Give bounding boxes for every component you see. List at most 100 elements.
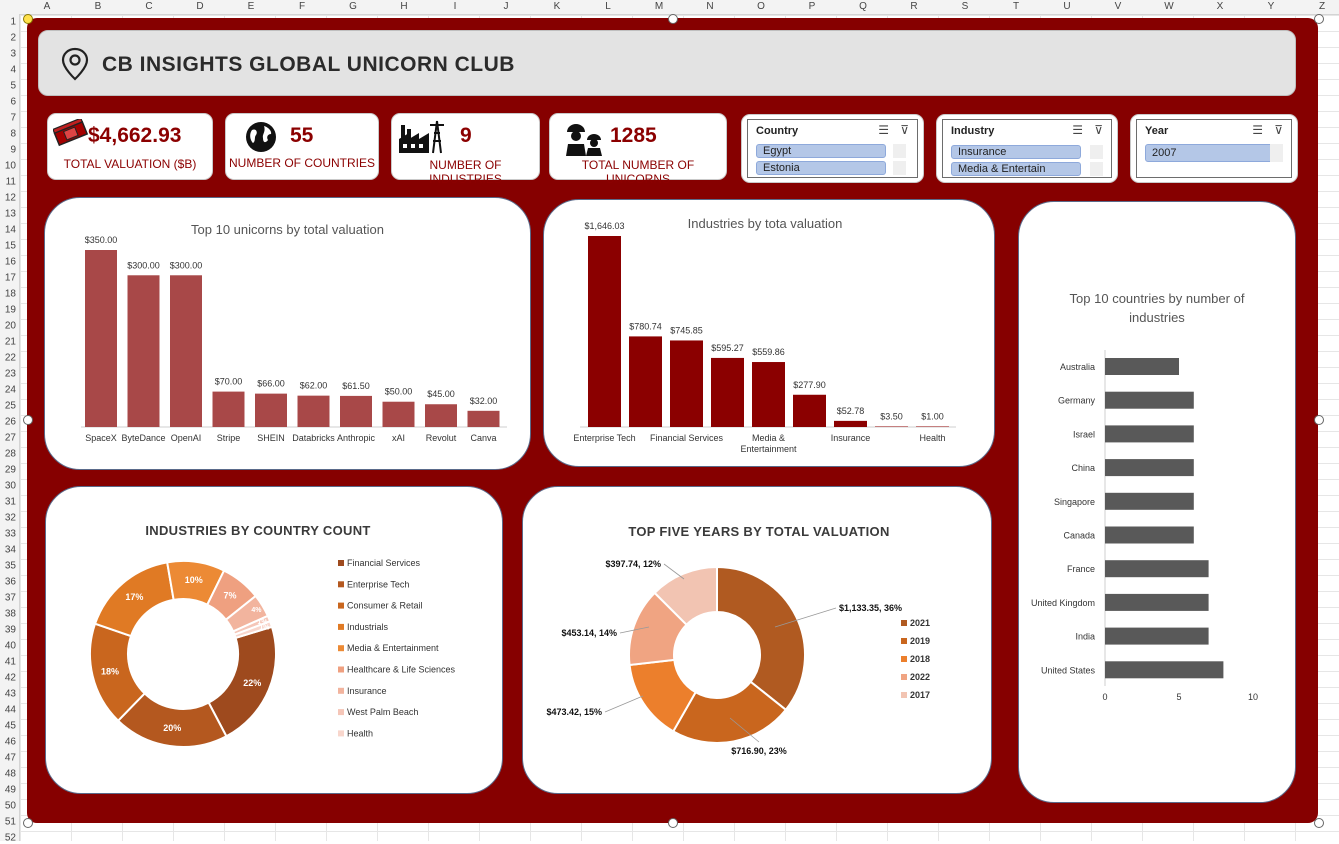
bar[interactable] (467, 410, 500, 427)
legend-swatch[interactable] (901, 692, 907, 698)
row-header[interactable]: 52 (5, 833, 16, 844)
row-headers[interactable]: 1 2 3 4 5 6 7 8 9 10 11 12 13 14 15 16 17 18 19 20 21 22 23 24 2… (0, 14, 20, 844)
clear-filter-icon[interactable]: ⊽ (900, 123, 909, 137)
column-header[interactable]: P (809, 1, 816, 12)
row-header[interactable]: 11 (6, 177, 16, 188)
slicer-item[interactable]: Insurance (951, 145, 1081, 159)
column-header[interactable]: N (706, 1, 713, 12)
panel-industries-valuation[interactable]: Industries by tota valuation $1,646.03 En… (543, 199, 995, 467)
kpi-industries[interactable]: 9 NUMBER OF INDUSTRIES (391, 113, 540, 186)
column-header[interactable]: O (757, 1, 765, 12)
row-header[interactable]: 24 (5, 385, 16, 396)
row-header[interactable]: 43 (5, 689, 16, 700)
row-header[interactable]: 46 (5, 737, 16, 748)
legend-swatch[interactable] (338, 645, 344, 652)
legend-swatch[interactable] (901, 656, 907, 662)
row-header[interactable]: 10 (5, 161, 16, 172)
row-header[interactable]: 44 (5, 705, 16, 716)
legend-swatch[interactable] (901, 620, 907, 626)
bar[interactable] (425, 404, 457, 427)
column-header[interactable]: H (400, 1, 407, 12)
column-header[interactable]: J (504, 1, 509, 12)
bar[interactable] (834, 420, 867, 427)
column-headers[interactable]: A B C D E F G H I J K L M N O P Q R S T U V W X Y Z (0, 0, 1339, 15)
row-header[interactable]: 5 (10, 81, 16, 92)
row-header[interactable]: 39 (5, 625, 16, 636)
row-header[interactable]: 12 (5, 193, 16, 204)
row-header[interactable]: 25 (5, 401, 16, 412)
column-header[interactable]: U (1063, 1, 1070, 12)
slicer-item[interactable]: Egypt (756, 144, 886, 158)
clear-filter-icon[interactable]: ⊽ (1274, 123, 1283, 137)
selection-handle[interactable] (23, 14, 33, 24)
row-header[interactable]: 29 (5, 465, 16, 476)
column-header[interactable]: X (1217, 1, 1224, 12)
slicer-item[interactable]: Estonia (756, 161, 886, 175)
row-header[interactable]: 45 (5, 721, 16, 732)
row-header[interactable]: 47 (5, 753, 16, 764)
slicer-country[interactable]: Country ☰ ⊽ Egypt Estonia (741, 114, 924, 183)
row-header[interactable]: 7 (10, 113, 16, 124)
scrollbar[interactable] (1090, 162, 1103, 176)
selection-handle[interactable] (1314, 818, 1324, 828)
row-header[interactable]: 13 (5, 209, 16, 220)
column-header[interactable]: W (1164, 1, 1173, 12)
bar[interactable] (1105, 560, 1209, 578)
bar[interactable] (1105, 593, 1209, 611)
leader-line[interactable] (604, 695, 644, 713)
row-header[interactable]: 33 (5, 529, 16, 540)
scrollbar[interactable] (1270, 144, 1283, 162)
row-header[interactable]: 16 (5, 257, 16, 268)
legend-swatch[interactable] (338, 687, 344, 694)
bar[interactable] (1105, 459, 1194, 477)
bar[interactable] (629, 336, 662, 427)
slicer-item[interactable]: Media & Entertain (951, 162, 1081, 176)
bar[interactable] (297, 395, 330, 427)
column-header[interactable]: R (910, 1, 917, 12)
selection-handle[interactable] (23, 818, 33, 828)
bar[interactable] (1105, 492, 1194, 510)
column-header[interactable]: Z (1319, 1, 1325, 12)
row-header[interactable]: 51 (5, 817, 16, 828)
bar[interactable] (875, 426, 908, 428)
row-header[interactable]: 37 (5, 593, 16, 604)
row-header[interactable]: 17 (5, 273, 16, 284)
column-header[interactable]: C (145, 1, 152, 12)
column-header[interactable]: F (299, 1, 305, 12)
kpi-unicorns[interactable]: 1285 TOTAL NUMBER OF UNICORNS (549, 113, 727, 186)
bar[interactable] (1105, 425, 1194, 443)
row-header[interactable]: 49 (5, 785, 16, 796)
row-header[interactable]: 38 (5, 609, 16, 620)
column-header[interactable]: L (605, 1, 611, 12)
row-header[interactable]: 6 (10, 97, 16, 108)
row-header[interactable]: 48 (5, 769, 16, 780)
row-header[interactable]: 32 (5, 513, 16, 524)
row-header[interactable]: 42 (5, 673, 16, 684)
bar[interactable] (711, 357, 744, 427)
column-header[interactable]: V (1115, 1, 1122, 12)
row-header[interactable]: 28 (5, 449, 16, 460)
row-header[interactable]: 23 (5, 369, 16, 380)
row-header[interactable]: 34 (5, 545, 16, 556)
row-header[interactable]: 3 (10, 49, 16, 60)
multi-select-icon[interactable]: ☰ (878, 123, 889, 137)
bar[interactable] (916, 426, 949, 428)
scrollbar[interactable] (893, 161, 906, 175)
row-header[interactable]: 20 (5, 321, 16, 332)
chart-industries-country[interactable]: 22%20%18%17%10%7%4%1%1%Financial Service… (46, 487, 504, 795)
panel-top-years[interactable]: TOP FIVE YEARS BY TOTAL VALUATION $1,133… (522, 486, 992, 794)
column-header[interactable]: K (554, 1, 561, 12)
row-header[interactable]: 30 (5, 481, 16, 492)
bar[interactable] (588, 236, 621, 427)
bar[interactable] (340, 395, 372, 427)
selection-handle[interactable] (668, 14, 678, 24)
chart-countries[interactable]: Australia Germany Israel China Singapore Cana… (1019, 202, 1297, 804)
row-header[interactable]: 50 (5, 801, 16, 812)
legend-swatch[interactable] (338, 602, 344, 609)
row-header[interactable]: 26 (5, 417, 16, 428)
column-header[interactable]: E (248, 1, 255, 12)
column-header[interactable]: S (962, 1, 969, 12)
selection-handle[interactable] (23, 415, 33, 425)
bar[interactable] (1105, 526, 1194, 544)
column-header[interactable]: G (349, 1, 357, 12)
